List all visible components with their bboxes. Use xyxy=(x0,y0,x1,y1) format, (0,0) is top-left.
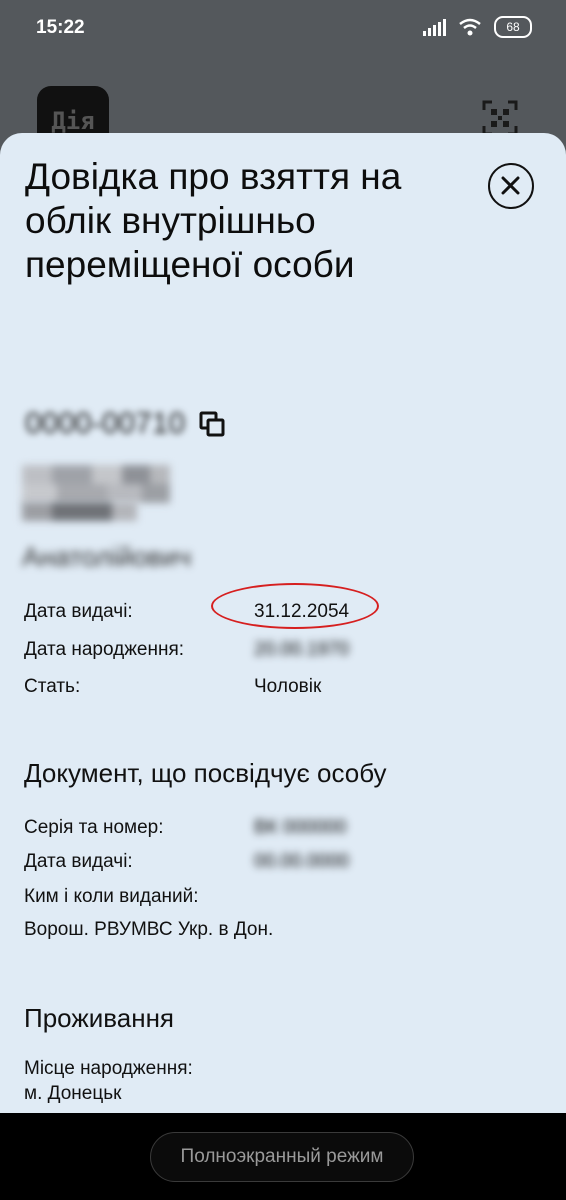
name-line-surname xyxy=(22,465,282,503)
residence-section-title: Проживання xyxy=(24,1003,175,1033)
birthplace-value: м. Донецьк xyxy=(24,1083,122,1104)
name-line-given xyxy=(22,502,282,539)
status-time: 15:22 xyxy=(36,17,85,38)
bottom-bar: Полноэкранный режим xyxy=(0,1113,566,1200)
birthplace-label: Місце народження: xyxy=(24,1058,193,1079)
close-icon xyxy=(501,176,520,195)
fullscreen-button[interactable]: Полноэкранный режим xyxy=(150,1132,414,1182)
close-button[interactable] xyxy=(488,163,534,209)
birth-date-label: Дата народження: xyxy=(24,639,185,660)
id-issue-date-value: 00.00.0000 xyxy=(254,851,350,872)
gender-label: Стать: xyxy=(24,676,81,697)
qr-scan-icon[interactable] xyxy=(482,100,518,136)
gender-value: Чоловік xyxy=(254,676,322,697)
identity-section-title: Документ, що посвідчує особу xyxy=(24,758,387,788)
series-number-value: ВК 000000 xyxy=(254,817,347,838)
status-icons: 68 xyxy=(423,16,532,38)
signal-icon xyxy=(423,18,446,36)
document-number-row: 0000-00710 xyxy=(25,404,225,444)
document-sheet: Довідка про взяття на облік внутрішньо п… xyxy=(0,133,566,1113)
birth-date-value: 20.00.1970 xyxy=(254,639,350,660)
issued-by-label: Ким і коли виданий: xyxy=(24,886,199,907)
document-title: Довідка про взяття на облік внутрішньо п… xyxy=(25,156,402,285)
issued-by-value: Ворош. РВУМВС Укр. в Дон. xyxy=(24,919,274,940)
series-number-label: Серія та номер: xyxy=(24,817,164,838)
wifi-icon xyxy=(459,18,481,36)
copy-icon[interactable] xyxy=(199,411,225,437)
issue-date-label: Дата видачі: xyxy=(24,601,133,622)
person-name: Анатолійович xyxy=(22,465,282,576)
id-issue-date-label: Дата видачі: xyxy=(24,851,133,872)
battery-icon: 68 xyxy=(494,16,532,38)
name-line-patronymic: Анатолійович xyxy=(22,542,192,572)
document-number: 0000-00710 xyxy=(25,407,186,440)
status-bar: 15:22 68 xyxy=(0,0,566,56)
highlight-circle xyxy=(211,583,379,629)
